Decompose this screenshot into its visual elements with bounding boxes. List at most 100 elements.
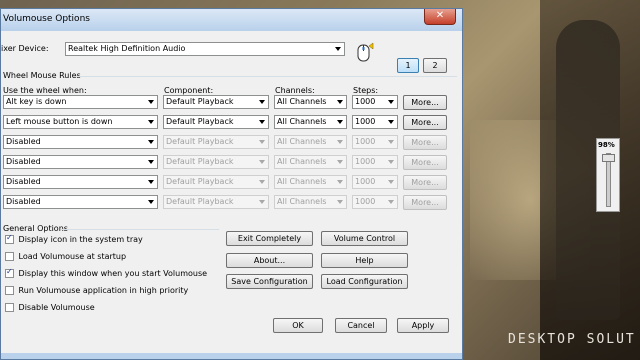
chevron-down-icon: [148, 120, 154, 124]
rule-more-label: More...: [411, 158, 439, 167]
rule-channels-select[interactable]: All Channels: [274, 175, 347, 189]
checkbox-box[interactable]: [5, 303, 14, 312]
option-checkbox[interactable]: Display this window when you start Volum…: [5, 267, 208, 281]
chevron-down-icon: [337, 160, 343, 164]
rule-channels-select[interactable]: All Channels: [274, 95, 347, 109]
rule-more-label: More...: [411, 178, 439, 187]
page-2-button[interactable]: 2: [423, 58, 447, 73]
volume-control-label: Volume Control: [333, 234, 396, 243]
rule-channels-select[interactable]: All Channels: [274, 155, 347, 169]
rule-steps-select[interactable]: 1000: [352, 135, 398, 149]
chevron-down-icon: [388, 100, 394, 104]
rule-component-value: Default Playback: [166, 157, 234, 166]
ok-label: OK: [292, 321, 304, 330]
load-configuration-button[interactable]: Load Configuration: [321, 274, 408, 289]
rule-component-value: Default Playback: [166, 97, 234, 106]
save-configuration-button[interactable]: Save Configuration: [226, 274, 313, 289]
rule-steps-select[interactable]: 1000: [352, 95, 398, 109]
chevron-down-icon: [259, 120, 265, 124]
rule-component-select[interactable]: Default Playback: [163, 115, 269, 129]
rule-when-select[interactable]: Disabled: [3, 195, 158, 209]
rule-when-select[interactable]: Disabled: [3, 135, 158, 149]
chevron-down-icon: [337, 200, 343, 204]
rule-more-button[interactable]: More...: [403, 115, 447, 130]
chevron-down-icon: [335, 47, 341, 51]
rule-steps-select[interactable]: 1000: [352, 195, 398, 209]
rule-more-button[interactable]: More...: [403, 135, 447, 150]
desktop-text: DESKTOP SOLUT: [508, 332, 636, 347]
chevron-down-icon: [259, 140, 265, 144]
chevron-down-icon: [259, 100, 265, 104]
option-label: Display this window when you start Volum…: [18, 269, 208, 278]
help-label: Help: [355, 256, 374, 265]
apply-button[interactable]: Apply: [397, 318, 449, 333]
volume-thumb[interactable]: [602, 153, 615, 162]
rule-component-select[interactable]: Default Playback: [163, 155, 269, 169]
volume-control-button[interactable]: Volume Control: [321, 231, 408, 246]
exit-completely-button[interactable]: Exit Completely: [226, 231, 313, 246]
option-checkbox[interactable]: Display icon in the system tray: [5, 233, 143, 247]
page-1-button[interactable]: 1: [397, 58, 419, 73]
rule-steps-value: 1000: [355, 197, 376, 206]
rule-component-select[interactable]: Default Playback: [163, 195, 269, 209]
close-button[interactable]: ✕: [424, 9, 456, 25]
rule-when-value: Disabled: [6, 157, 41, 166]
rule-channels-select[interactable]: All Channels: [274, 195, 347, 209]
rule-component-value: Default Playback: [166, 177, 234, 186]
rule-more-button[interactable]: More...: [403, 195, 447, 210]
cancel-button[interactable]: Cancel: [335, 318, 387, 333]
rule-component-select[interactable]: Default Playback: [163, 135, 269, 149]
rule-component-select[interactable]: Default Playback: [163, 95, 269, 109]
wheel-rules-title: Wheel Mouse Rules: [3, 71, 81, 80]
rule-when-select[interactable]: Alt key is down: [3, 95, 158, 109]
rule-steps-select[interactable]: 1000: [352, 175, 398, 189]
rule-more-button[interactable]: More...: [403, 175, 447, 190]
rule-more-button[interactable]: More...: [403, 155, 447, 170]
chevron-down-icon: [337, 120, 343, 124]
rule-steps-value: 1000: [355, 97, 376, 106]
help-button[interactable]: Help: [321, 253, 408, 268]
rule-more-button[interactable]: More...: [403, 95, 447, 110]
page-1-label: 1: [405, 61, 411, 70]
cancel-label: Cancel: [347, 321, 375, 330]
checkbox-box[interactable]: [5, 286, 14, 295]
ok-button[interactable]: OK: [273, 318, 323, 333]
chevron-down-icon: [148, 200, 154, 204]
option-checkbox[interactable]: Run Volumouse application in high priori…: [5, 286, 188, 298]
group-divider: [77, 76, 457, 77]
about-button[interactable]: About...: [226, 253, 313, 268]
chevron-down-icon: [388, 200, 394, 204]
load-label: Load Configuration: [326, 277, 403, 286]
checkbox-box[interactable]: [5, 267, 14, 278]
dialog-body: ixer Device: Realtek High Definition Aud…: [1, 31, 462, 353]
rule-when-select[interactable]: Left mouse button is down: [3, 115, 158, 129]
rule-steps-select[interactable]: 1000: [352, 155, 398, 169]
rule-component-select[interactable]: Default Playback: [163, 175, 269, 189]
chevron-down-icon: [388, 180, 394, 184]
rule-steps-select[interactable]: 1000: [352, 115, 398, 129]
rule-when-value: Left mouse button is down: [6, 117, 113, 126]
close-icon: ✕: [435, 10, 445, 21]
chevron-down-icon: [388, 140, 394, 144]
header-channels: Channels:: [275, 86, 315, 95]
rule-component-value: Default Playback: [166, 197, 234, 206]
mixer-device-select[interactable]: Realtek High Definition Audio: [65, 42, 345, 56]
title-bar[interactable]: Volumouse Options ✕: [1, 9, 462, 29]
checkbox-box[interactable]: [5, 252, 14, 261]
rule-channels-value: All Channels: [277, 177, 327, 186]
header-steps: Steps:: [353, 86, 379, 95]
volume-widget[interactable]: 98%: [596, 138, 620, 212]
option-checkbox[interactable]: Disable Volumouse: [5, 303, 95, 315]
chevron-down-icon: [148, 140, 154, 144]
rule-when-select[interactable]: Disabled: [3, 175, 158, 189]
option-label: Load Volumouse at startup: [18, 252, 127, 261]
rule-when-select[interactable]: Disabled: [3, 155, 158, 169]
checkbox-box[interactable]: [5, 233, 14, 244]
rule-steps-value: 1000: [355, 137, 376, 146]
rule-channels-select[interactable]: All Channels: [274, 115, 347, 129]
option-checkbox[interactable]: Load Volumouse at startup: [5, 252, 126, 264]
window-title: Volumouse Options: [3, 14, 90, 24]
rule-channels-select[interactable]: All Channels: [274, 135, 347, 149]
rule-more-label: More...: [411, 118, 439, 127]
rule-more-label: More...: [411, 98, 439, 107]
